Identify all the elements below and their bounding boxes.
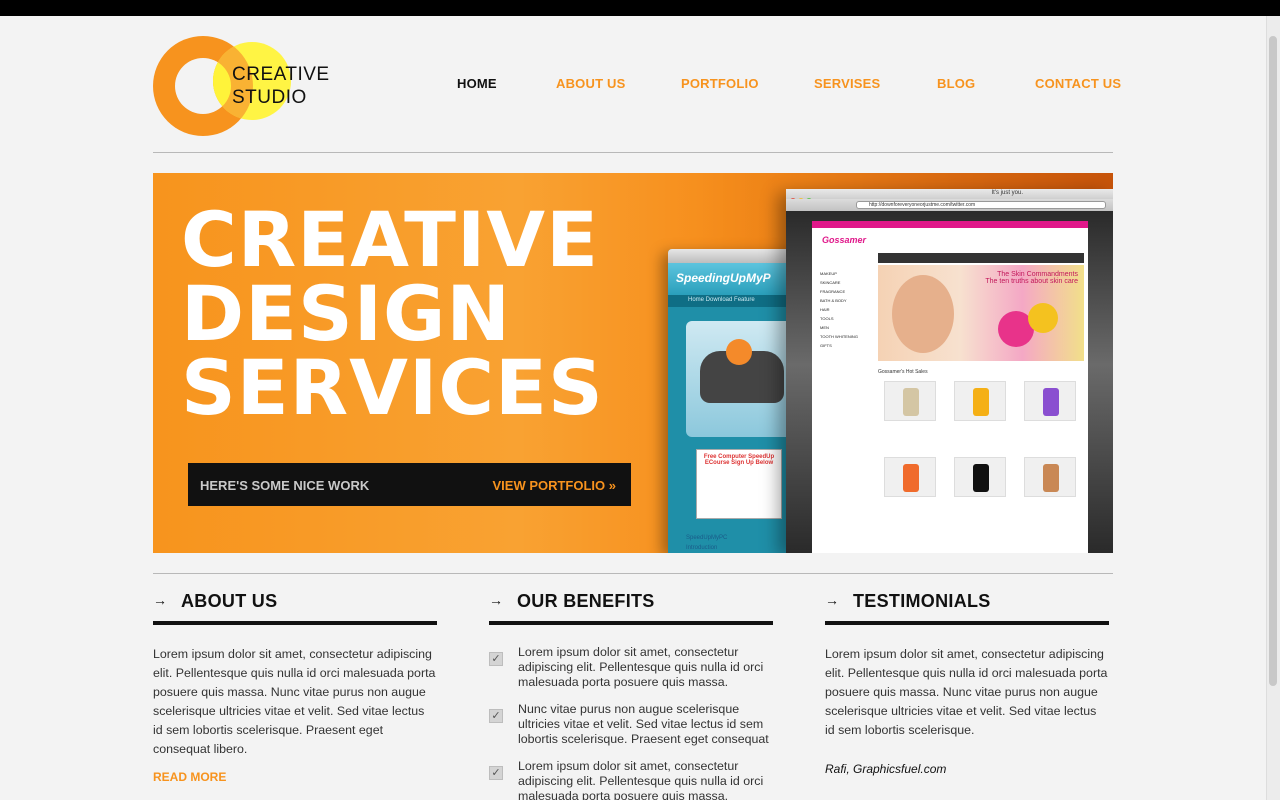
cta-text: HERE'S SOME NICE WORK — [200, 478, 370, 493]
about-us-section: → ABOUT US Lorem ipsum dolor sit amet, c… — [153, 591, 437, 784]
hero-banner: CREATIVE DESIGN SERVICES HERE'S SOME NIC… — [153, 173, 1113, 553]
testimonial-text: Lorem ipsum dolor sit amet, consectetur … — [825, 647, 1108, 737]
nav-services[interactable]: SERVISES — [814, 76, 880, 91]
about-us-heading: → ABOUT US — [153, 591, 437, 625]
hero-title-line: CREATIVE — [181, 195, 599, 284]
benefits-heading: → OUR BENEFITS — [489, 591, 773, 625]
benefit-item: ✓ Nunc vitae purus non augue scelerisque… — [489, 702, 773, 750]
mock-illustration — [686, 321, 798, 437]
hero-title: CREATIVE DESIGN SERVICES — [181, 195, 604, 432]
testimonials-heading: → TESTIMONIALS — [825, 591, 1109, 625]
checkbox-icon: ✓ — [489, 652, 503, 666]
mock-product — [954, 457, 1006, 497]
header-divider — [153, 152, 1113, 153]
hero-title-line: DESIGN — [181, 269, 512, 358]
mock-link: SpeedUpMyPC — [686, 535, 728, 541]
mock-hot-sales: Gossamer's Hot Sales — [878, 369, 928, 375]
mock-store-logo: Gossamer — [822, 235, 867, 245]
mock-product — [954, 381, 1006, 421]
benefit-item: ✓ Lorem ipsum dolor sit amet, consectetu… — [489, 645, 773, 693]
arrow-right-icon: → — [153, 592, 168, 608]
testimonials-section: → TESTIMONIALS Lorem ipsum dolor sit ame… — [825, 591, 1109, 776]
checkbox-icon: ✓ — [489, 766, 503, 780]
mock-product — [884, 457, 936, 497]
benefits-section: → OUR BENEFITS ✓ Lorem ipsum dolor sit a… — [489, 591, 773, 800]
nav-about-us[interactable]: ABOUT US — [556, 76, 626, 91]
mock-signup-form: Free Computer SpeedUp ECourse Sign Up Be… — [696, 449, 782, 519]
checkbox-icon: ✓ — [489, 709, 503, 723]
view-portfolio-link[interactable]: VIEW PORTFOLIO » — [492, 478, 616, 493]
mock-store-site: Gossamer MAKEUP SKINCARE FRAGRANCE BATH … — [812, 221, 1088, 553]
benefit-item: ✓ Lorem ipsum dolor sit amet, consectetu… — [489, 759, 773, 800]
arrow-right-icon: → — [489, 592, 504, 608]
mock-store-banner: The Skin Commandments The ten truths abo… — [878, 265, 1084, 361]
portfolio-cta-bar[interactable]: HERE'S SOME NICE WORK VIEW PORTFOLIO » — [188, 463, 631, 506]
scrollbar[interactable] — [1266, 16, 1280, 800]
nav-blog[interactable]: BLOG — [937, 76, 975, 91]
mock-url-bar: http://downforeveryoneorjustme.com/twitt… — [856, 201, 1106, 209]
testimonial-author: Rafi, Graphicsfuel.com — [825, 762, 947, 776]
main-nav: HOME ABOUT US PORTFOLIO SERVISES BLOG CO… — [0, 76, 1280, 96]
browser-top-bar — [0, 0, 1280, 16]
mock-product — [1024, 457, 1076, 497]
scrollbar-thumb[interactable] — [1269, 36, 1277, 686]
arrow-right-icon: → — [825, 592, 840, 608]
about-us-text: Lorem ipsum dolor sit amet, consectetur … — [153, 647, 436, 756]
nav-portfolio[interactable]: PORTFOLIO — [681, 76, 759, 91]
mock-product — [1024, 381, 1076, 421]
nav-contact-us[interactable]: CONTACT US — [1035, 76, 1121, 91]
portfolio-screenshot-front: It's just you. http://downforeveryoneorj… — [786, 189, 1113, 553]
hero-title-line: SERVICES — [181, 343, 604, 432]
nav-home[interactable]: HOME — [457, 76, 497, 91]
mock-link: Introduction — [686, 545, 718, 551]
mock-product — [884, 381, 936, 421]
mock-window-title: It's just you. — [991, 190, 1024, 196]
content-divider — [153, 573, 1113, 574]
read-more-link[interactable]: READ MORE — [153, 770, 226, 784]
mock-side-menu: MAKEUP SKINCARE FRAGRANCE BATH & BODY HA… — [820, 271, 858, 348]
